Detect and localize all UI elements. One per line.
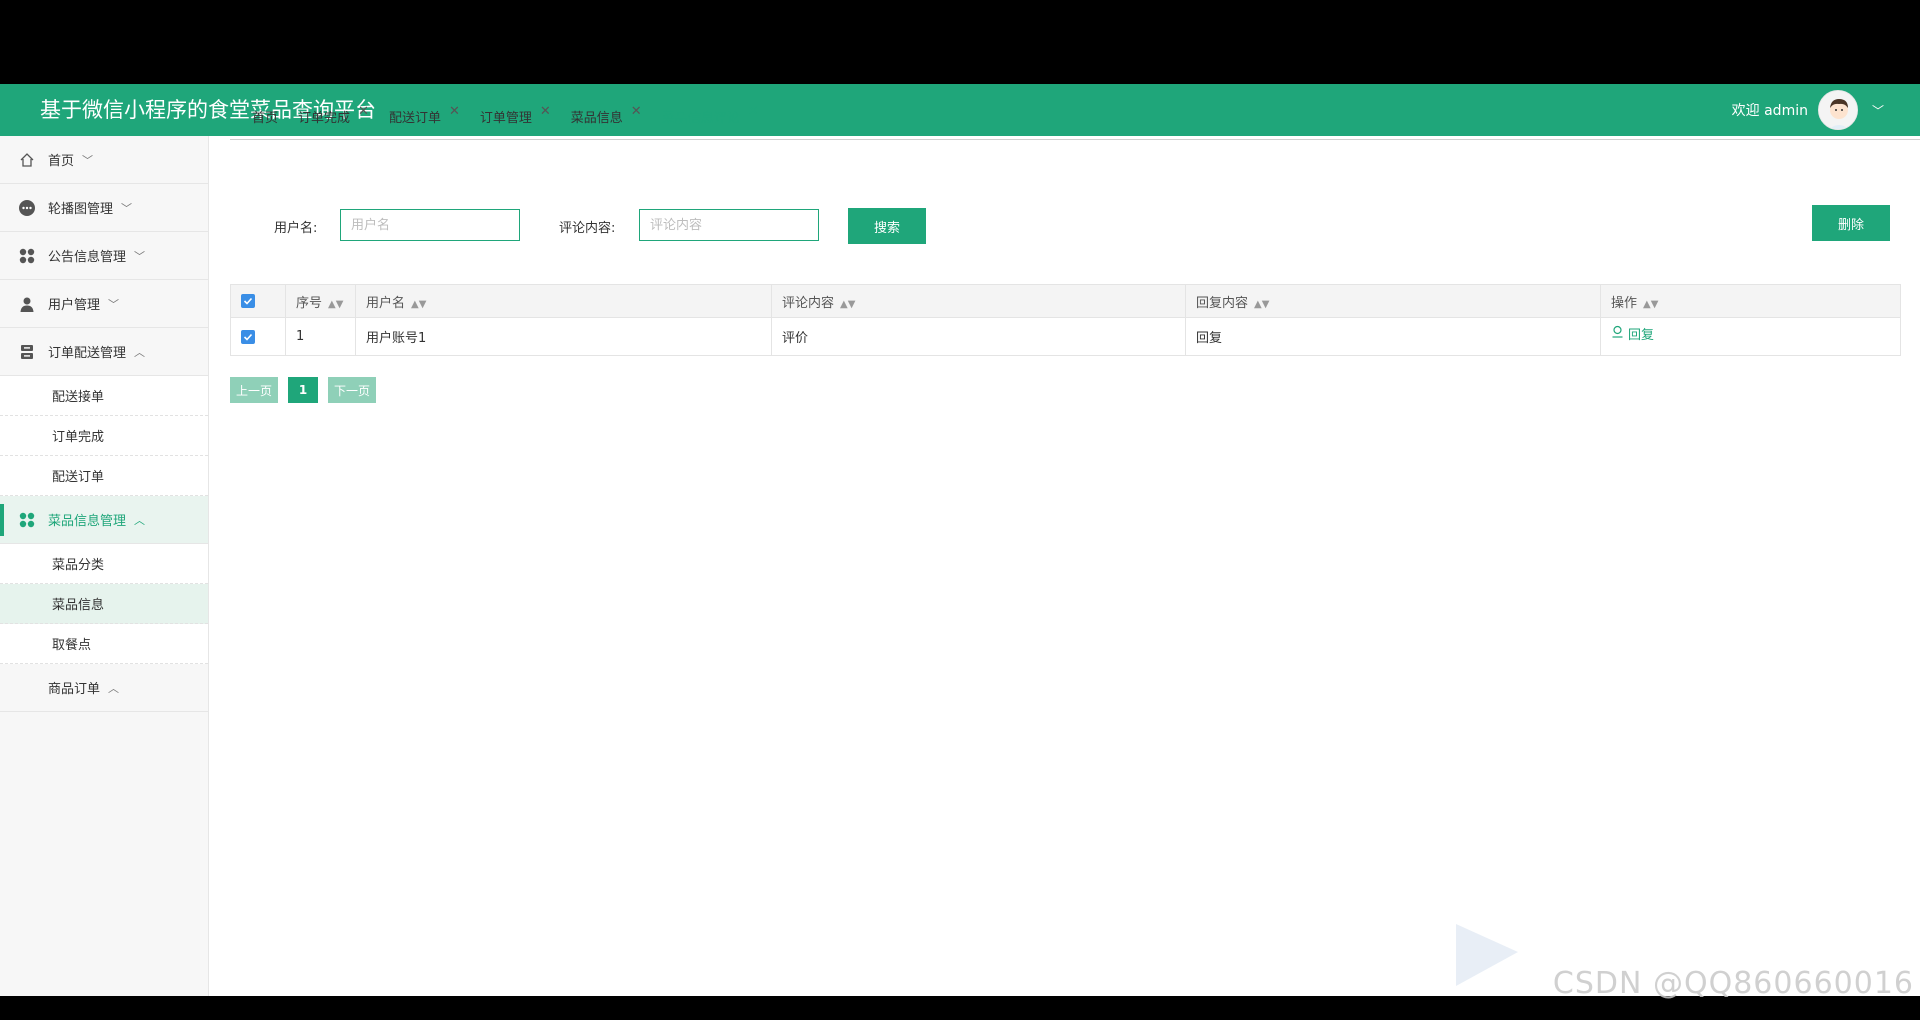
chevron-down-icon: ﹀ [108,297,120,311]
comment-label: 评论内容: [559,221,616,236]
chevron-down-icon: ﹀ [121,201,133,215]
sidebar: 首页 ﹀ 轮播图管理 ﹀ 公告信息管理 ﹀ 用户管理 ﹀ 订单配送管理 ︿ 配送… [0,136,209,996]
user-icon [18,295,36,313]
watermark-text: CSDN @QQ860660016 [1552,966,1914,1001]
chevron-up-icon: ︿ [134,345,146,359]
tab-label: 订单完成 [298,111,351,126]
reply-icon [1611,325,1624,342]
table-row: 1 用户账号1 评价 回复 回复 [230,317,1901,356]
select-all-cell [230,284,286,318]
tab-dish-comments[interactable]: 菜品信息评论 ✕ [661,104,759,126]
close-icon[interactable]: ✕ [631,104,642,119]
sidebar-item-carousel[interactable]: 轮播图管理 ﹀ [0,184,208,232]
sort-icon[interactable]: ▲▼ [1643,299,1658,310]
sort-icon[interactable]: ▲▼ [840,299,855,310]
tab-dish-info[interactable]: 菜品信息 ✕ [570,104,642,126]
sidebar-item-label: 菜品信息管理 [48,514,127,529]
sidebar-item-label: 轮播图管理 [48,202,114,217]
carousel-icon [18,199,36,217]
cell-username: 用户账号1 [355,317,772,356]
tab-order-management[interactable]: 订单管理 ✕ [479,104,551,126]
sidebar-subitem-delivery-accept[interactable]: 配送接单 [0,376,208,416]
tab-label: 菜品信息 [570,111,623,126]
screen: 基于微信小程序的食堂菜品查询平台 欢迎 admin ﹀ 首页 ﹀ 轮播图管理 ﹀… [0,0,1920,1020]
sidebar-item-label: 公告信息管理 [48,250,127,265]
tab-label: 订单管理 [479,111,532,126]
cell-reply: 回复 [1185,317,1601,356]
column-header-reply[interactable]: 回复内容 ▲▼ [1185,284,1601,318]
grid-icon [18,247,36,265]
sidebar-item-users[interactable]: 用户管理 ﹀ [0,280,208,328]
column-header-index[interactable]: 序号 ▲▼ [285,284,356,318]
next-page-button[interactable]: 下一页 [328,377,376,403]
tab-order-complete[interactable]: 订单完成 ✕ [298,104,369,126]
close-icon[interactable]: ✕ [748,104,759,119]
app-window: 基于微信小程序的食堂菜品查询平台 欢迎 admin ﹀ 首页 ﹀ 轮播图管理 ﹀… [0,84,1920,996]
reply-link[interactable]: 回复 [1611,324,1654,343]
sidebar-item-label: 订单配送管理 [48,346,127,361]
username-input[interactable] [340,209,520,241]
sort-icon[interactable]: ▲▼ [411,299,426,310]
close-icon[interactable]: ✕ [358,104,369,119]
chevron-down-icon: ﹀ [82,153,94,167]
watermark-logo-icon [1452,922,1522,992]
username-label: 用户名: [274,221,318,236]
close-icon[interactable]: ✕ [540,104,551,119]
sidebar-item-product-orders[interactable]: 商品订单 ︿ [0,664,208,712]
sidebar-subitem-order-complete[interactable]: 订单完成 [0,416,208,456]
row-checkbox[interactable] [241,329,255,344]
cell-comment: 评价 [771,317,1186,356]
search-bar: 用户名: 评论内容: 搜索 删除 [230,205,1920,246]
cell-actions: 回复 [1600,317,1901,356]
comments-table: 序号 ▲▼ 用户名 ▲▼ 评论内容 ▲▼ 回复内容 ▲▼ 操作 ▲▼ 1 用户账… [230,284,1901,356]
sidebar-subitem-dish-category[interactable]: 菜品分类 [0,544,208,584]
sidebar-item-home[interactable]: 首页 ﹀ [0,136,208,184]
delete-button[interactable]: 删除 [1812,205,1890,241]
close-icon[interactable]: ✕ [449,104,460,119]
pagination: 上一页 1 下一页 [230,377,376,403]
sidebar-item-dish-info[interactable]: 菜品信息管理 ︿ [0,496,208,544]
tab-label: 首页 [252,111,279,126]
sidebar-item-label: 用户管理 [48,298,101,313]
sidebar-item-notice[interactable]: 公告信息管理 ﹀ [0,232,208,280]
tab-label: 菜品信息评论 [661,111,740,126]
grid-icon [18,511,36,529]
row-select-cell [230,317,286,356]
prev-page-button[interactable]: 上一页 [230,377,278,403]
tab-bar: 首页 订单完成 ✕ 配送订单 ✕ 订单管理 ✕ 菜品信息 ✕ 菜品信息评论 ✕ [230,92,1920,140]
chevron-down-icon: ﹀ [134,249,146,263]
comment-input[interactable] [639,209,819,241]
cell-index: 1 [285,317,356,356]
server-icon [18,343,36,361]
sort-icon[interactable]: ▲▼ [1254,299,1269,310]
tab-label: 配送订单 [388,111,441,126]
home-icon [18,151,36,169]
column-header-comment[interactable]: 评论内容 ▲▼ [771,284,1186,318]
table-header-row: 序号 ▲▼ 用户名 ▲▼ 评论内容 ▲▼ 回复内容 ▲▼ 操作 ▲▼ [230,284,1901,318]
column-header-actions[interactable]: 操作 ▲▼ [1600,284,1901,318]
chevron-up-icon: ︿ [134,513,146,527]
reply-label: 回复 [1628,328,1655,343]
tab-delivery-order[interactable]: 配送订单 ✕ [388,104,460,126]
current-page-button[interactable]: 1 [288,377,318,403]
sort-icon[interactable]: ▲▼ [328,299,343,310]
sidebar-item-label: 首页 [48,154,75,169]
sidebar-subitem-pickup-point[interactable]: 取餐点 [0,624,208,664]
sidebar-item-label: 商品订单 [48,682,101,697]
sidebar-subitem-dish-info[interactable]: 菜品信息 [0,584,208,624]
sidebar-item-order-delivery[interactable]: 订单配送管理 ︿ [0,328,208,376]
search-button[interactable]: 搜索 [848,208,926,244]
column-header-username[interactable]: 用户名 ▲▼ [355,284,772,318]
sidebar-subitem-delivery-order[interactable]: 配送订单 [0,456,208,496]
select-all-checkbox[interactable] [241,294,255,308]
tab-home[interactable]: 首页 [252,107,278,126]
chevron-up-icon: ︿ [108,681,120,695]
